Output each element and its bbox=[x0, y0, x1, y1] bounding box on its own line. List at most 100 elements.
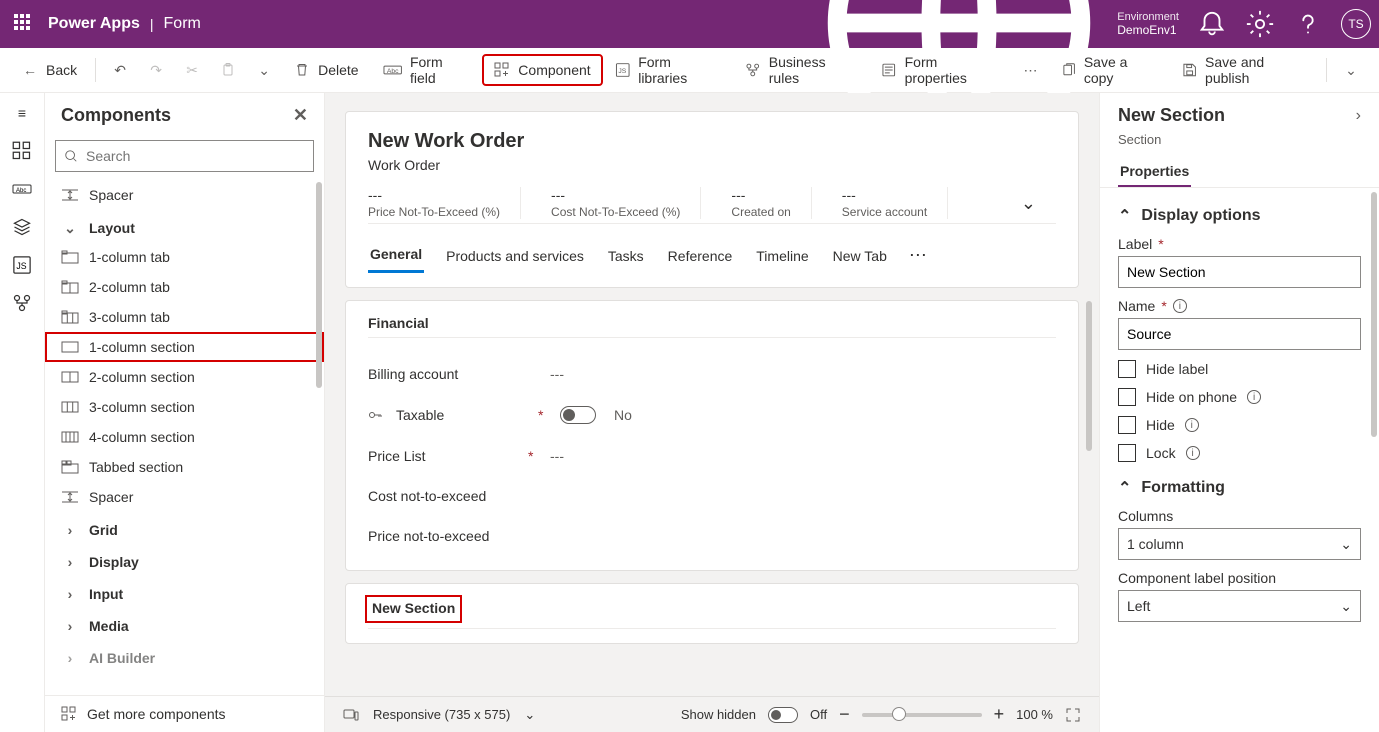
header-col[interactable]: ---Service account bbox=[842, 187, 948, 219]
tab-products[interactable]: Products and services bbox=[444, 240, 586, 272]
form-libraries-button[interactable]: JSForm libraries bbox=[605, 48, 732, 92]
save-copy-button[interactable]: Save a copy bbox=[1051, 48, 1168, 92]
group-media[interactable]: ›Media bbox=[45, 608, 324, 640]
rail-components-icon[interactable] bbox=[12, 141, 32, 161]
header-col[interactable]: ---Price Not-To-Exceed (%) bbox=[368, 187, 521, 219]
zoom-in[interactable]: + bbox=[994, 704, 1005, 725]
scrollbar[interactable] bbox=[1086, 301, 1092, 451]
label-input[interactable] bbox=[1118, 256, 1361, 288]
form-header-card[interactable]: New Work Order Work Order ---Price Not-T… bbox=[345, 111, 1079, 288]
group-input[interactable]: ›Input bbox=[45, 576, 324, 608]
checkbox[interactable] bbox=[1118, 416, 1136, 434]
info-icon[interactable]: i bbox=[1185, 418, 1199, 432]
check-hide-label[interactable]: Hide label bbox=[1118, 360, 1361, 378]
info-icon[interactable]: i bbox=[1173, 299, 1187, 313]
app-name[interactable]: Power Apps bbox=[48, 15, 140, 33]
group-formatting[interactable]: ⌃Formatting bbox=[1118, 478, 1361, 498]
rail-rules-icon[interactable] bbox=[12, 293, 32, 313]
delete-button[interactable]: Delete bbox=[284, 56, 368, 84]
comp-tabbed-section[interactable]: Tabbed section bbox=[45, 452, 324, 482]
rail-layers-icon[interactable] bbox=[12, 217, 32, 237]
comp-1col-tab[interactable]: 1-column tab bbox=[45, 242, 324, 272]
cut-button[interactable]: ✂ bbox=[176, 56, 208, 84]
tab-tasks[interactable]: Tasks bbox=[606, 240, 646, 272]
bell-icon[interactable] bbox=[1197, 9, 1227, 39]
field-cost-nte[interactable]: Cost not-to-exceed bbox=[368, 476, 1056, 516]
help-icon[interactable] bbox=[1293, 9, 1323, 39]
zoom-slider[interactable] bbox=[862, 713, 982, 717]
tabs-more[interactable]: ⋯ bbox=[909, 245, 929, 266]
tab-new[interactable]: New Tab bbox=[831, 240, 889, 272]
fit-icon[interactable] bbox=[1065, 707, 1081, 723]
field-price-list[interactable]: Price List * --- bbox=[368, 436, 1056, 476]
group-grid[interactable]: ›Grid bbox=[45, 512, 324, 544]
comp-3col-section[interactable]: 3-column section bbox=[45, 392, 324, 422]
tab-timeline[interactable]: Timeline bbox=[754, 240, 810, 272]
avatar[interactable]: TS bbox=[1341, 9, 1371, 39]
field-billing-account[interactable]: Billing account --- bbox=[368, 354, 1056, 394]
checkbox[interactable] bbox=[1118, 444, 1136, 462]
form-properties-button[interactable]: Form properties bbox=[871, 48, 1010, 92]
hamburger-icon[interactable]: ≡ bbox=[12, 103, 32, 123]
prop-tab-properties[interactable]: Properties bbox=[1118, 157, 1191, 187]
redo-button[interactable]: ↷ bbox=[140, 56, 172, 84]
comp-1col-section[interactable]: 1-column section bbox=[45, 332, 324, 362]
save-publish-chevron[interactable]: ⌄ bbox=[1335, 56, 1367, 84]
header-chevron[interactable]: ⌄ bbox=[1021, 187, 1056, 219]
check-hide-phone[interactable]: Hide on phonei bbox=[1118, 388, 1361, 406]
show-hidden-toggle[interactable] bbox=[768, 707, 798, 723]
info-icon[interactable]: i bbox=[1247, 390, 1261, 404]
get-more-components[interactable]: Get more components bbox=[45, 695, 324, 732]
section-new[interactable]: New Section bbox=[345, 583, 1079, 644]
toggle-off[interactable] bbox=[560, 406, 596, 424]
close-icon[interactable]: ✕ bbox=[293, 105, 308, 126]
search-input[interactable] bbox=[55, 140, 314, 172]
form-field-button[interactable]: AbcForm field bbox=[373, 48, 481, 92]
field-taxable[interactable]: Taxable * No bbox=[368, 394, 1056, 436]
components-list[interactable]: Spacer ⌄Layout 1-column tab 2-column tab… bbox=[45, 180, 324, 695]
check-hide[interactable]: Hidei bbox=[1118, 416, 1361, 434]
component-button[interactable]: Component bbox=[484, 56, 600, 84]
info-icon[interactable]: i bbox=[1186, 446, 1200, 460]
more-commands[interactable]: ⋯ bbox=[1015, 56, 1047, 84]
canvas-scroll[interactable]: New Work Order Work Order ---Price Not-T… bbox=[325, 93, 1099, 696]
zoom-out[interactable]: − bbox=[839, 704, 850, 725]
search-field[interactable] bbox=[86, 148, 305, 164]
header-col[interactable]: ---Cost Not-To-Exceed (%) bbox=[551, 187, 701, 219]
business-rules-button[interactable]: Business rules bbox=[735, 48, 867, 92]
comp-4col-section[interactable]: 4-column section bbox=[45, 422, 324, 452]
tab-general[interactable]: General bbox=[368, 238, 424, 273]
check-lock[interactable]: Locki bbox=[1118, 444, 1361, 462]
field-price-nte[interactable]: Price not-to-exceed bbox=[368, 516, 1056, 556]
comp-2col-tab[interactable]: 2-column tab bbox=[45, 272, 324, 302]
comp-spacer[interactable]: Spacer bbox=[45, 482, 324, 512]
section-financial[interactable]: Financial Billing account --- Taxable * … bbox=[345, 300, 1079, 571]
paste-button[interactable] bbox=[212, 56, 244, 84]
prop-body[interactable]: ⌃Display options Label* Name*i Hide labe… bbox=[1100, 188, 1379, 732]
rail-js-icon[interactable]: JS bbox=[12, 255, 32, 275]
group-display[interactable]: ›Display bbox=[45, 544, 324, 576]
clp-select[interactable]: Left⌄ bbox=[1118, 590, 1361, 622]
back-button[interactable]: ←Back bbox=[12, 56, 87, 84]
group-display-options[interactable]: ⌃Display options bbox=[1118, 206, 1361, 226]
paste-chevron[interactable]: ⌄ bbox=[248, 56, 280, 84]
save-publish-button[interactable]: Save and publish bbox=[1172, 48, 1318, 92]
undo-button[interactable]: ↶ bbox=[104, 56, 136, 84]
checkbox[interactable] bbox=[1118, 360, 1136, 378]
scrollbar[interactable] bbox=[316, 182, 322, 388]
columns-select[interactable]: 1 column⌄ bbox=[1118, 528, 1361, 560]
name-input[interactable] bbox=[1118, 318, 1361, 350]
header-col[interactable]: ---Created on bbox=[731, 187, 811, 219]
rail-field-icon[interactable]: Abc bbox=[12, 179, 32, 199]
comp-2col-section[interactable]: 2-column section bbox=[45, 362, 324, 392]
scrollbar[interactable] bbox=[1371, 192, 1377, 437]
checkbox[interactable] bbox=[1118, 388, 1136, 406]
comp-3col-tab[interactable]: 3-column tab bbox=[45, 302, 324, 332]
group-ai[interactable]: ›AI Builder bbox=[45, 640, 324, 672]
tab-reference[interactable]: Reference bbox=[666, 240, 735, 272]
chevron-down-icon[interactable]: ⌄ bbox=[524, 707, 535, 723]
gear-icon[interactable] bbox=[1245, 9, 1275, 39]
responsive-label[interactable]: Responsive (735 x 575) bbox=[373, 707, 510, 722]
group-layout[interactable]: ⌄Layout bbox=[45, 210, 324, 242]
chevron-right-icon[interactable]: › bbox=[1356, 107, 1361, 125]
